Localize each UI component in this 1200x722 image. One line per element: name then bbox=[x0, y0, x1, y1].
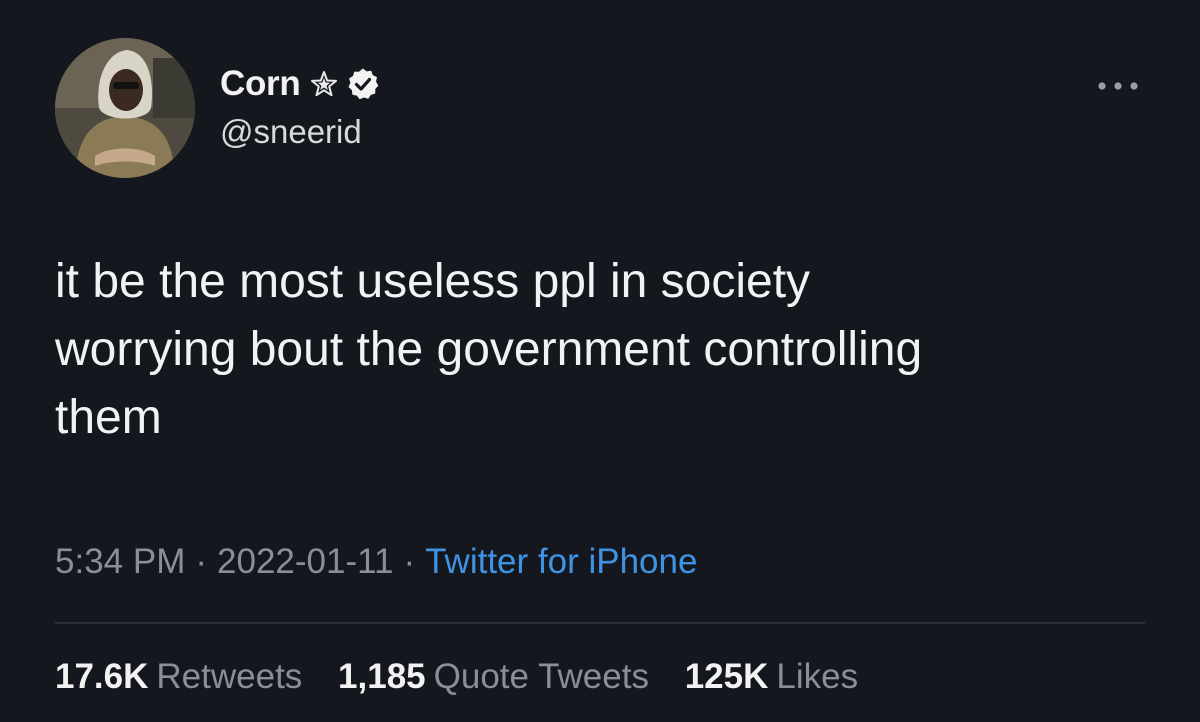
user-name-row[interactable]: Corn bbox=[220, 62, 380, 106]
likes-stat[interactable]: 125K Likes bbox=[685, 657, 858, 697]
tweet-date[interactable]: 2022-01-11 bbox=[217, 542, 393, 581]
tweet-stats: 17.6K Retweets 1,185 Quote Tweets 125K Like… bbox=[55, 657, 884, 697]
user-handle[interactable]: @sneerid bbox=[220, 113, 362, 151]
quote-tweets-stat[interactable]: 1,185 Quote Tweets bbox=[338, 657, 649, 697]
likes-count: 125K bbox=[684, 657, 769, 696]
quote-tweets-label: Quote Tweets bbox=[433, 657, 649, 696]
tweet-time[interactable]: 5:34 PM bbox=[55, 542, 185, 581]
tweet-meta: 5:34 PM · 2022-01-11 · Twitter for iPhone bbox=[55, 542, 697, 582]
likes-label: Likes bbox=[776, 657, 859, 696]
divider bbox=[55, 622, 1145, 624]
retweets-stat[interactable]: 17.6K Retweets bbox=[55, 657, 302, 697]
avatar[interactable] bbox=[55, 38, 195, 178]
more-options-icon[interactable] bbox=[1093, 76, 1143, 96]
tweet-source-link[interactable]: Twitter for iPhone bbox=[425, 542, 697, 581]
star-icon bbox=[310, 70, 338, 98]
retweets-count: 17.6K bbox=[55, 657, 149, 696]
meta-separator: · bbox=[195, 542, 208, 581]
avatar-image bbox=[55, 38, 195, 178]
tweet-text: it be the most useless ppl in society wo… bbox=[55, 255, 923, 444]
meta-separator-2: · bbox=[403, 542, 416, 581]
display-name[interactable]: Corn bbox=[220, 64, 301, 104]
quote-tweets-count: 1,185 bbox=[338, 657, 426, 696]
retweets-label: Retweets bbox=[156, 657, 303, 696]
verified-icon bbox=[346, 67, 380, 101]
tweet-card: Corn @sneerid it be the most useless ppl… bbox=[0, 0, 1200, 722]
